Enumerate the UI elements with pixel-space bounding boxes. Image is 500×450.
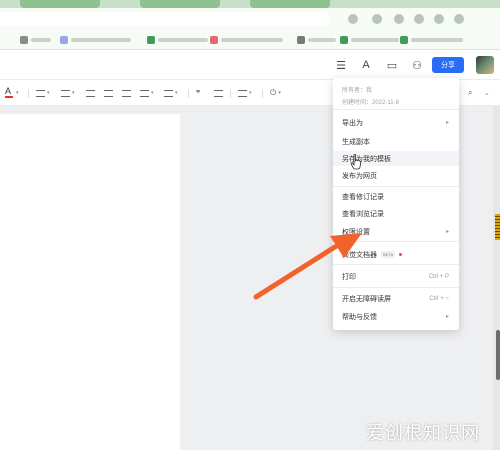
document-more-menu: 所有者：我 创建时间：2022-11-8 导出为 ▸ 生成副本 另存为我的模板 … [333, 78, 459, 330]
text-style-icon[interactable]: A [359, 58, 373, 72]
menu-item-publish-web[interactable]: 发布为网页 [333, 168, 459, 183]
quote-icon[interactable]: ❞ [196, 88, 200, 98]
document-page[interactable] [0, 114, 180, 450]
add-collaborator-icon[interactable]: ⚇ [410, 58, 424, 72]
menu-item-label: 权限设置 [342, 228, 370, 236]
font-color-dropdown-icon[interactable]: ▾ [16, 88, 19, 98]
align-icon[interactable]: ▾ [140, 88, 154, 98]
menu-item-permissions[interactable]: 权限设置 ▸ [333, 224, 459, 239]
browser-extension-icon[interactable] [454, 14, 464, 24]
menu-divider [333, 287, 459, 288]
browser-extension-icon[interactable] [372, 14, 382, 24]
bookmark-icon [20, 36, 28, 44]
bookmark-item[interactable] [20, 35, 51, 45]
bookmark-icon [60, 36, 68, 44]
menu-item-help-feedback[interactable]: 帮助与反馈 ▸ [333, 309, 459, 324]
menu-item-label: 简觉文档器 [342, 251, 377, 259]
scroll-marker [495, 214, 500, 240]
bullet-list-icon[interactable]: ▾ [36, 88, 50, 98]
menu-divider [333, 264, 459, 265]
image-icon[interactable]: ▾ [238, 88, 252, 98]
created-meta: 创建时间：2022-11-8 [342, 97, 399, 106]
bookmark-icon [400, 36, 408, 44]
bookmark-item[interactable] [400, 35, 463, 45]
browser-tab[interactable] [140, 0, 220, 8]
outdent-icon[interactable] [104, 88, 113, 98]
menu-item-doc-tool[interactable]: 简觉文档器 BETA [333, 247, 459, 262]
menu-item-label: 帮助与反馈 [342, 313, 377, 321]
bookmark-icon [147, 36, 155, 44]
menu-item-label: 查看浏览记录 [342, 210, 384, 218]
checklist-icon[interactable] [86, 88, 95, 98]
menu-item-label: 导出为 [342, 119, 363, 127]
owner-label: 所有者： [342, 88, 367, 94]
bookmark-item[interactable] [210, 35, 283, 45]
menu-item-export[interactable]: 导出为 ▸ [333, 115, 459, 130]
shortcut-hint: Ctrl + ~ [429, 295, 449, 302]
menu-item-screen-reader[interactable]: 开启无障碍读屏 Ctrl + ~ [333, 291, 459, 306]
hand-cursor-icon [350, 154, 362, 170]
menu-item-label: 发布为网页 [342, 172, 377, 180]
browser-extension-icon[interactable] [414, 14, 424, 24]
search-icon[interactable]: ⌕ [468, 88, 472, 98]
owner-value: 我 [366, 88, 373, 94]
chevron-right-icon: ▸ [445, 229, 449, 235]
browser-extension-icon[interactable] [434, 14, 444, 24]
bookmark-item[interactable] [60, 35, 131, 45]
bookmark-icon [210, 36, 218, 44]
bookmark-item[interactable] [297, 35, 336, 45]
menu-item-label: 打印 [342, 273, 356, 281]
shortcut-hint: Ctrl + P [428, 273, 449, 280]
scrollbar-thumb[interactable] [496, 330, 500, 380]
browser-tab[interactable] [20, 0, 100, 8]
toolbar-divider [262, 89, 263, 98]
indent-icon[interactable] [122, 88, 131, 98]
browser-extension-icon[interactable] [348, 14, 358, 24]
collapse-toolbar-icon[interactable]: ⌄ [484, 88, 490, 98]
document-header: ☰ A ▭ ⚇ 分享 [0, 50, 500, 80]
new-dot-icon [399, 253, 403, 256]
menu-item-revision-history[interactable]: 查看修订记录 [333, 189, 459, 204]
created-value: 2022-11-8 [372, 100, 399, 106]
scroll-track [493, 106, 500, 450]
menu-item-make-copy[interactable]: 生成副本 [333, 134, 459, 149]
browser-address-bar [0, 8, 500, 30]
present-icon[interactable]: ▭ [385, 58, 399, 72]
bookmark-icon [340, 36, 348, 44]
url-field[interactable] [0, 12, 330, 26]
toolbar-divider [188, 89, 189, 98]
plugin-icon[interactable]: ⏻ ▾ [270, 88, 281, 98]
comment-icon[interactable] [214, 88, 223, 98]
beta-badge: BETA [381, 251, 396, 258]
share-button[interactable]: 分享 [432, 57, 464, 73]
owner-meta: 所有者：我 [342, 85, 372, 94]
font-color-icon[interactable]: A [5, 86, 14, 98]
created-label: 创建时间： [342, 100, 373, 106]
menu-item-label: 开启无障碍读屏 [342, 295, 391, 303]
browser-extension-icon[interactable] [394, 14, 404, 24]
bookmark-icon [297, 36, 305, 44]
menu-divider [333, 109, 459, 110]
toolbar-divider [28, 89, 29, 98]
menu-divider [333, 186, 459, 187]
browser-tab-strip [0, 0, 500, 8]
bookmark-item[interactable] [147, 35, 208, 45]
chevron-right-icon: ▸ [445, 314, 449, 320]
line-spacing-icon[interactable]: ▾ [164, 88, 178, 98]
bookmarks-bar [0, 30, 500, 50]
bookmark-item[interactable] [340, 35, 399, 45]
menu-item-label: 生成副本 [342, 138, 370, 146]
chevron-right-icon: ▸ [445, 120, 449, 126]
more-menu-icon[interactable]: ☰ [334, 58, 348, 72]
menu-item-view-history[interactable]: 查看浏览记录 [333, 206, 459, 221]
menu-divider [333, 241, 459, 242]
menu-item-label: 查看修订记录 [342, 193, 384, 201]
toolbar-divider [230, 89, 231, 98]
avatar[interactable] [476, 56, 494, 74]
watermark: 爱创根知识网 [366, 423, 480, 443]
numbered-list-icon[interactable]: ▾ [61, 88, 75, 98]
browser-tab[interactable] [250, 0, 330, 8]
menu-item-print[interactable]: 打印 Ctrl + P [333, 269, 459, 284]
